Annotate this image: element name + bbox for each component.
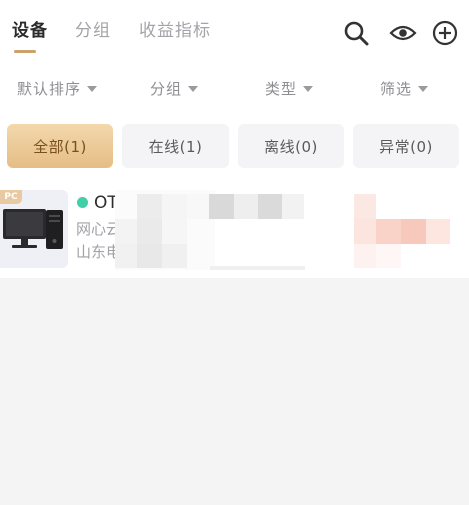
group-dropdown-label: 分组 xyxy=(150,79,183,98)
caret-down-icon xyxy=(188,86,199,92)
sort-dropdown-label: 默认排序 xyxy=(17,79,82,98)
type-dropdown[interactable]: 类型 xyxy=(265,76,314,100)
filter-dropdown[interactable]: 筛选 xyxy=(380,76,429,100)
pc-badge: PC xyxy=(0,190,22,204)
online-status-dot xyxy=(77,197,88,208)
chip-offline[interactable]: 离线(0) xyxy=(238,124,344,168)
caret-down-icon xyxy=(87,86,98,92)
type-dropdown-label: 类型 xyxy=(265,79,298,98)
search-icon[interactable] xyxy=(342,18,370,48)
tab-devices[interactable]: 设备 xyxy=(12,18,48,44)
tab-revenue-metrics[interactable]: 收益指标 xyxy=(139,18,211,44)
group-dropdown[interactable]: 分组 xyxy=(150,76,199,100)
filter-dropdown-label: 筛选 xyxy=(380,79,413,98)
caret-down-icon xyxy=(303,86,314,92)
tab-groups[interactable]: 分组 xyxy=(75,18,111,44)
eye-icon[interactable] xyxy=(388,18,418,48)
add-circle-icon[interactable] xyxy=(431,18,459,48)
chip-online[interactable]: 在线(1) xyxy=(122,124,229,168)
active-tab-indicator xyxy=(14,50,36,53)
chip-all[interactable]: 全部(1) xyxy=(7,124,113,168)
caret-down-icon xyxy=(418,86,429,92)
chip-abnormal[interactable]: 异常(0) xyxy=(353,124,459,168)
sort-dropdown[interactable]: 默认排序 xyxy=(17,76,98,100)
